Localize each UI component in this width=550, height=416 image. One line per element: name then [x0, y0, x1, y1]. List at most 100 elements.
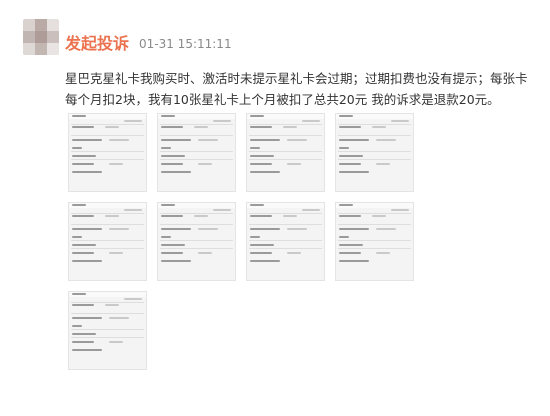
thumbnail-text-line — [161, 163, 183, 165]
thumbnail-text-line — [376, 228, 396, 230]
thumbnail-text-line — [72, 126, 94, 128]
attachment-thumbnail[interactable] — [157, 113, 236, 192]
thumbnail-text-line — [213, 120, 231, 122]
thumbnail-text-line — [339, 204, 353, 206]
thumbnail-text-line — [161, 260, 191, 262]
thumbnail-text-line — [376, 252, 390, 254]
thumbnail-text-line — [250, 163, 272, 165]
attachment-thumbnail[interactable] — [68, 202, 147, 281]
thumbnail-text-line — [372, 215, 386, 217]
thumbnail-text-line — [72, 147, 82, 149]
thumbnail-text-line — [250, 155, 274, 157]
thumbnail-text-line — [161, 252, 183, 254]
thumbnail-divider — [71, 135, 144, 136]
thumbnail-text-line — [339, 126, 361, 128]
thumbnail-text-line — [339, 115, 353, 117]
thumbnail-text-line — [161, 115, 175, 117]
thumbnail-text-line — [198, 139, 218, 141]
thumbnail-divider — [71, 302, 144, 303]
thumbnail-text-line — [391, 120, 409, 122]
thumbnail-text-line — [339, 215, 361, 217]
thumbnail-divider — [338, 159, 411, 160]
attachment-thumbnail[interactable] — [246, 113, 325, 192]
thumbnail-text-line — [372, 126, 386, 128]
thumbnail-divider — [249, 213, 322, 214]
thumbnail-divider — [338, 224, 411, 225]
thumbnail-text-line — [194, 215, 208, 217]
thumbnail-text-line — [302, 120, 320, 122]
thumbnail-text-line — [161, 155, 185, 157]
thumbnail-text-line — [194, 126, 208, 128]
thumbnail-text-line — [72, 304, 94, 306]
thumbnail-divider — [71, 224, 144, 225]
user-avatar[interactable] — [23, 19, 59, 55]
thumbnail-text-line — [72, 163, 94, 165]
thumbnail-text-line — [72, 139, 102, 141]
thumbnail-text-line — [302, 209, 320, 211]
thumbnail-divider — [249, 124, 322, 125]
thumbnail-text-line — [72, 215, 94, 217]
thumbnail-text-line — [198, 252, 212, 254]
thumbnail-divider — [71, 213, 144, 214]
thumbnail-text-line — [198, 228, 218, 230]
thumbnail-divider — [71, 124, 144, 125]
thumbnail-text-line — [339, 236, 349, 238]
thumbnail-text-line — [339, 139, 369, 141]
thumbnail-text-line — [72, 260, 102, 262]
thumbnail-text-line — [287, 252, 301, 254]
thumbnail-divider — [160, 248, 233, 249]
thumbnail-divider — [71, 313, 144, 314]
attachment-thumbnail[interactable] — [246, 202, 325, 281]
thumbnail-divider — [160, 124, 233, 125]
thumbnail-text-line — [250, 236, 260, 238]
thumbnail-text-line — [109, 163, 123, 165]
thumbnail-text-line — [339, 244, 363, 246]
thumbnail-text-line — [72, 252, 94, 254]
attachment-thumbnail[interactable] — [68, 113, 147, 192]
thumbnail-text-line — [109, 341, 123, 343]
thumbnail-text-line — [339, 147, 349, 149]
username-link[interactable]: 发起投诉 — [65, 34, 129, 54]
thumbnail-text-line — [339, 260, 369, 262]
thumbnail-text-line — [283, 215, 297, 217]
thumbnail-text-line — [105, 215, 119, 217]
thumbnail-divider — [338, 248, 411, 249]
thumbnail-text-line — [161, 139, 191, 141]
thumbnail-text-line — [124, 209, 142, 211]
thumbnail-text-line — [250, 252, 272, 254]
thumbnail-text-line — [161, 236, 171, 238]
thumbnail-divider — [338, 124, 411, 125]
post-timestamp: 01-31 15:11:11 — [139, 37, 232, 51]
attachment-thumbnail[interactable] — [335, 202, 414, 281]
thumbnail-text-line — [72, 341, 94, 343]
thumbnail-text-line — [72, 317, 102, 319]
attachment-thumbnail[interactable] — [335, 113, 414, 192]
thumbnail-divider — [160, 213, 233, 214]
thumbnail-divider — [71, 159, 144, 160]
thumbnail-text-line — [161, 215, 183, 217]
image-grid — [68, 113, 414, 375]
thumbnail-divider — [249, 240, 322, 241]
thumbnail-text-line — [213, 209, 231, 211]
post-text: 星巴克星礼卡我购买时、激活时未提示星礼卡会过期；过期扣费也没有提示；每张卡 每个… — [65, 71, 528, 107]
attachment-thumbnail[interactable] — [157, 202, 236, 281]
thumbnail-text-line — [72, 333, 96, 335]
thumbnail-divider — [338, 240, 411, 241]
thumbnail-text-line — [287, 228, 307, 230]
thumbnail-text-line — [161, 204, 175, 206]
thumbnail-text-line — [109, 317, 129, 319]
thumbnail-text-line — [250, 147, 260, 149]
thumbnail-divider — [160, 151, 233, 152]
thumbnail-text-line — [72, 293, 86, 295]
thumbnail-divider — [338, 213, 411, 214]
thumbnail-divider — [71, 337, 144, 338]
attachment-thumbnail[interactable] — [68, 291, 147, 370]
thumbnail-text-line — [198, 163, 212, 165]
thumbnail-divider — [71, 329, 144, 330]
thumbnail-text-line — [287, 139, 307, 141]
thumbnail-text-line — [109, 228, 129, 230]
thumbnail-text-line — [72, 228, 102, 230]
thumbnail-divider — [338, 151, 411, 152]
thumbnail-text-line — [72, 115, 86, 117]
thumbnail-text-line — [250, 228, 280, 230]
